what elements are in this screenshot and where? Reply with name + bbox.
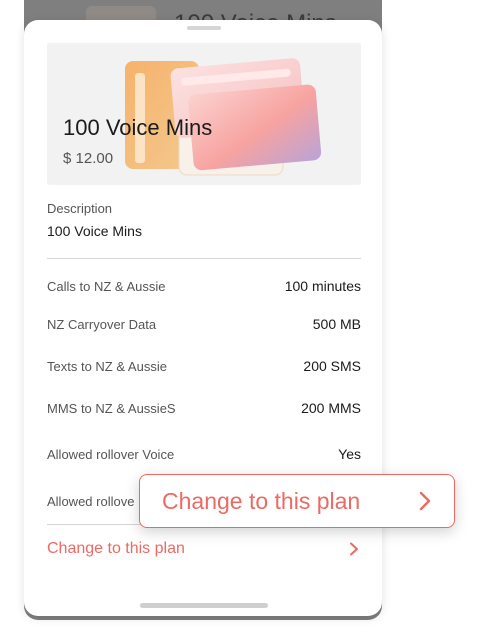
detail-label: NZ Carryover Data [47, 316, 157, 332]
detail-label: MMS to NZ & AussieS [47, 400, 176, 416]
detail-value: 500 MB [312, 316, 361, 332]
detail-row-rollover-voice: Allowed rollover Voice Yes [47, 444, 361, 464]
change-plan-callout-label: Change to this plan [162, 487, 361, 514]
description-value: 100 Voice Mins [47, 223, 142, 239]
sheet-grabber[interactable] [187, 26, 221, 30]
plan-name: 100 Voice Mins [63, 115, 213, 140]
detail-label: Allowed rollove [47, 493, 135, 509]
detail-label: Texts to NZ & Aussie [47, 358, 167, 374]
detail-label: Calls to NZ & Aussie [47, 278, 166, 294]
detail-value: 100 minutes [284, 278, 361, 294]
detail-value: 200 MMS [301, 400, 361, 416]
detail-value: 200 SMS [303, 358, 361, 374]
plan-price: $ 12.00 [63, 150, 114, 167]
chevron-right-icon [350, 542, 358, 556]
detail-row-texts: Texts to NZ & Aussie 200 SMS [47, 356, 361, 376]
description-label: Description [47, 201, 113, 216]
home-indicator [140, 603, 268, 608]
detail-row-calls: Calls to NZ & Aussie 100 minutes [47, 276, 361, 296]
change-plan-button[interactable]: Change to this plan [47, 538, 361, 560]
detail-label: Allowed rollover Voice [47, 446, 175, 462]
plan-hero-card: 100 Voice Mins $ 12.00 [47, 43, 361, 185]
detail-row-data: NZ Carryover Data 500 MB [47, 314, 361, 334]
detail-row-mms: MMS to NZ & AussieS 200 MMS [47, 398, 361, 418]
change-plan-callout-button[interactable]: Change to this plan [139, 474, 455, 528]
change-plan-label: Change to this plan [47, 540, 185, 557]
divider [47, 258, 361, 259]
detail-value: Yes [338, 446, 361, 462]
chevron-right-icon [419, 491, 431, 511]
